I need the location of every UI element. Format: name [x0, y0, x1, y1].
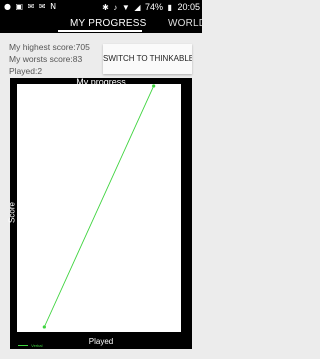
tab-my-progress[interactable]: MY PROGRESS: [70, 18, 146, 29]
wifi-icon: ▼: [121, 3, 130, 12]
mute-icon: ♪: [113, 3, 118, 12]
gallery-icon: ▣: [15, 2, 24, 11]
nfc-icon: N: [50, 2, 57, 11]
mail-icon: ✉: [27, 2, 35, 11]
tab-world[interactable]: WORLD: [168, 18, 202, 29]
tab-bar: MY PROGRESS WORLD: [0, 16, 202, 33]
data-point: [152, 84, 156, 88]
progress-chart: My progress Score Played Verbal: [7, 77, 192, 349]
worst-score: My worsts score:83: [9, 54, 83, 64]
data-point: [42, 325, 46, 329]
chart-svg: [42, 84, 156, 329]
switch-to-thinkable-button[interactable]: SWITCH TO THINKABLE: [103, 44, 192, 74]
chart-legend: Verbal: [18, 343, 42, 348]
battery-icon: ▮: [167, 3, 172, 12]
series-line-0: [43, 85, 155, 328]
notification-icons: ● ▣ ✉ ✉ N: [4, 2, 58, 11]
legend-label: Verbal: [31, 343, 43, 348]
y-axis-label: Score: [7, 202, 17, 223]
bluetooth-icon: ✱: [102, 3, 109, 12]
mail-icon: ✉: [38, 2, 46, 11]
status-bar: ● ▣ ✉ ✉ N ✱ ♪ ▼ ◢ 74% ▮ 20:05: [0, 0, 202, 16]
clock: 20:05: [177, 2, 200, 12]
legend-swatch: [18, 345, 28, 347]
highest-score: My highest score:705: [9, 42, 90, 52]
battery-percentage: 74%: [145, 2, 164, 12]
system-icons: ✱ ♪ ▼ ◢ 74% ▮ 20:05: [100, 2, 200, 12]
signal-icon: ◢: [134, 3, 141, 12]
played-count: Played:2: [9, 66, 43, 76]
plot-area: [17, 84, 181, 332]
messenger-icon: ●: [4, 2, 11, 11]
active-tab-indicator: [58, 30, 142, 32]
